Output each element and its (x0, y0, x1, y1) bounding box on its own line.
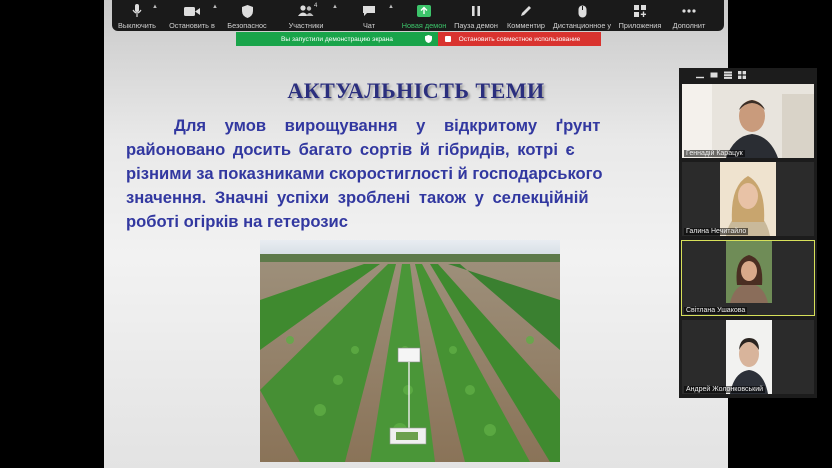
chat-options-chevron-icon[interactable]: ▲ (388, 4, 394, 10)
minimize-icon[interactable] (696, 71, 704, 79)
participant-tile[interactable]: Геннадій Карацук (682, 84, 814, 158)
video-participants-panel: Геннадій Карацук Галина Нечитайло Світла… (679, 68, 817, 398)
participant-name: Галина Нечитайло (684, 228, 749, 235)
cucumber-field-photo (260, 240, 560, 462)
slide-body-line: районовано досить багато сортів й гібрид… (126, 140, 575, 159)
new-share-label: Новая демон (401, 21, 447, 30)
slide-body-line: Для умов вирощування у відкритому ґрунт (174, 116, 601, 135)
shield-icon (425, 35, 432, 43)
mute-label: Выключить (118, 21, 156, 30)
mute-button[interactable]: ▲ Выключить (112, 0, 162, 31)
annotate-label: Комментир (507, 21, 545, 30)
stop-video-button[interactable]: ▲ Остановить в (162, 0, 222, 31)
apps-icon (634, 5, 646, 17)
apps-button[interactable]: Приложения (614, 0, 666, 31)
chat-icon (363, 6, 375, 16)
remote-control-icon (578, 5, 586, 17)
grid-view-icon[interactable] (738, 71, 746, 79)
sharing-status-banner: Вы запустили демонстрацию экрана (236, 32, 438, 46)
participants-count: 4 (314, 3, 318, 9)
pause-share-button[interactable]: Пауза демон (450, 0, 502, 31)
apps-label: Приложения (618, 21, 662, 30)
mute-options-chevron-icon[interactable]: ▲ (152, 4, 158, 10)
panel-header (679, 68, 817, 82)
participant-tile-active-speaker[interactable]: Світлана Ушакова (681, 240, 815, 316)
participant-video (682, 84, 814, 158)
slide-body-line: роботі огірків на гетерозис (126, 212, 348, 231)
video-camera-icon (184, 6, 200, 16)
stop-video-label: Остановить в (169, 21, 215, 30)
sharing-status-text: Вы запустили демонстрацию экрана (281, 35, 393, 43)
meeting-toolbar: ▲ Выключить ▲ Остановить в Безопаснос 4 … (112, 0, 724, 31)
remote-control-label: Дистанционное у (552, 21, 612, 30)
single-view-icon[interactable] (710, 71, 718, 79)
shared-slide: АКТУАЛЬНІСТЬ ТЕМИ Для умов вирощування у… (104, 0, 728, 468)
participants-label: Участники (288, 21, 324, 30)
slide-body-line: різними за показниками скоростиглості й … (126, 164, 603, 183)
participants-icon (298, 5, 314, 16)
stop-share-button[interactable]: Остановить совместное использование (438, 32, 601, 46)
participant-tile[interactable]: Галина Нечитайло (682, 162, 814, 236)
annotate-button[interactable]: Комментир (502, 0, 550, 31)
chat-label: Чат (362, 21, 376, 30)
participant-video (682, 162, 814, 236)
slide-title: АКТУАЛЬНІСТЬ ТЕМИ (287, 78, 545, 103)
new-share-button[interactable]: Новая демон (398, 0, 450, 31)
more-button[interactable]: Дополнит (666, 0, 712, 31)
participant-name: Геннадій Карацук (684, 150, 745, 157)
more-label: Дополнит (672, 21, 706, 30)
security-label: Безопаснос (227, 21, 267, 30)
participants-button[interactable]: 4 ▲ Участники (272, 0, 340, 31)
more-icon (682, 9, 696, 13)
stop-share-label: Остановить совместное использование (458, 35, 581, 43)
pause-icon (472, 6, 480, 16)
microphone-icon (132, 4, 142, 17)
participant-tile[interactable]: Андрей Жолонковський (682, 320, 814, 394)
participant-name: Андрей Жолонковський (684, 386, 766, 393)
strip-view-icon[interactable] (724, 71, 732, 79)
participant-name: Світлана Ушакова (684, 307, 748, 314)
pencil-icon (521, 6, 531, 16)
remote-control-button[interactable]: Дистанционное у (550, 0, 614, 31)
video-options-chevron-icon[interactable]: ▲ (212, 4, 218, 10)
stop-icon (445, 36, 451, 42)
participant-video (682, 320, 814, 394)
participants-options-chevron-icon[interactable]: ▲ (332, 4, 338, 10)
slide-body-line: значення. Значні успіхи зроблені також у… (126, 188, 589, 207)
shield-icon (241, 4, 253, 18)
participant-video (682, 241, 814, 315)
security-button[interactable]: Безопаснос (222, 0, 272, 31)
share-screen-icon (417, 5, 431, 17)
pause-share-label: Пауза демон (454, 21, 498, 30)
slide-body-text: Для умов вирощування у відкритому ґрунт … (126, 114, 726, 234)
chat-button[interactable]: ▲ Чат (340, 0, 398, 31)
